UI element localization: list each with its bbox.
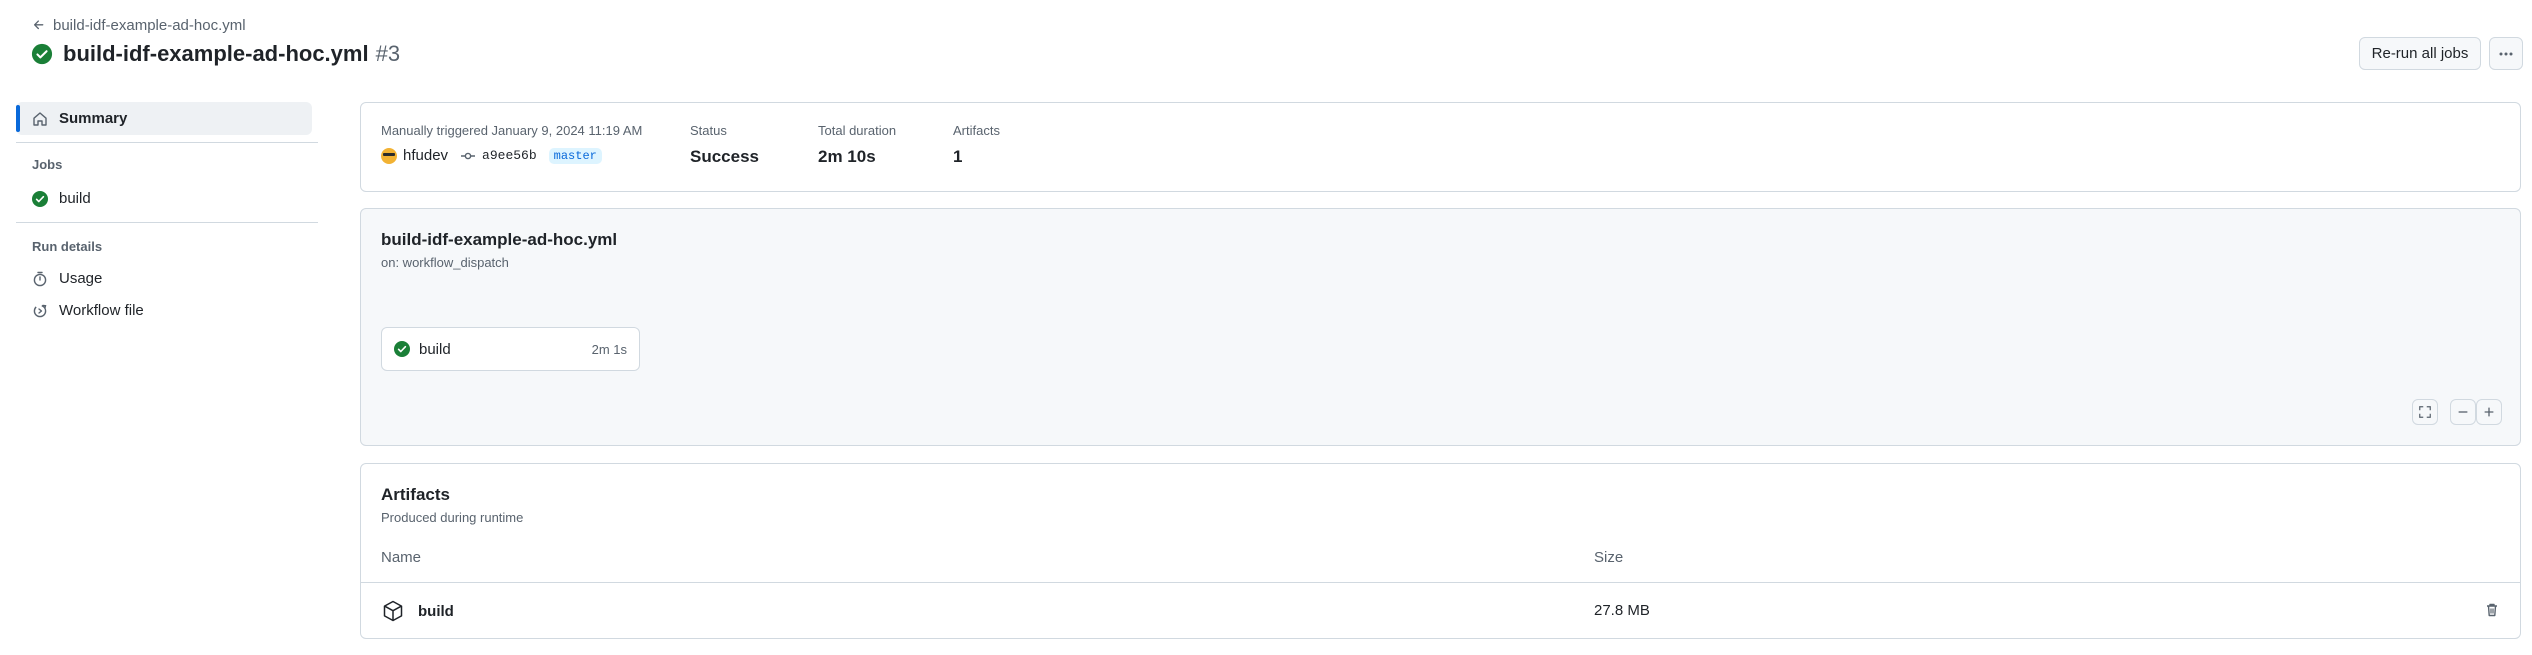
- kebab-horizontal-icon: [2499, 52, 2513, 55]
- duration-label: Total duration: [818, 123, 897, 138]
- status-value: Success: [690, 147, 759, 166]
- git-commit-icon: [461, 152, 476, 159]
- run-number: #3: [375, 41, 401, 66]
- artifacts-subtitle: Produced during runtime: [381, 510, 524, 525]
- commit-sha[interactable]: a9ee56b: [482, 148, 537, 163]
- column-header-name: Name: [381, 549, 422, 566]
- sidebar-item-job-build[interactable]: build: [16, 182, 312, 215]
- artifacts-count-label: Artifacts: [953, 123, 1000, 138]
- more-options-button[interactable]: [2489, 37, 2523, 70]
- workflow-graph-panel: build-idf-example-ad-hoc.yml on: workflo…: [360, 208, 2521, 446]
- artifacts-title: Artifacts: [381, 485, 450, 504]
- package-icon: [383, 600, 403, 622]
- sidebar-divider: [16, 142, 318, 143]
- sidebar-item-usage[interactable]: Usage: [16, 262, 312, 295]
- run-summary-panel: Manually triggered January 9, 2024 11:19…: [360, 102, 2521, 192]
- sidebar-item-workflow-file[interactable]: Workflow file: [16, 294, 312, 327]
- artifacts-count-value[interactable]: 1: [953, 147, 962, 167]
- actor-name[interactable]: hfudev: [403, 147, 448, 164]
- column-header-size: Size: [1594, 549, 1624, 566]
- artifact-name: build: [418, 602, 454, 620]
- zoom-out-button[interactable]: [2450, 399, 2476, 425]
- plus-icon: [2484, 407, 2494, 417]
- sidebar-item-label: Usage: [59, 270, 103, 287]
- sidebar-item-label: Summary: [59, 110, 128, 127]
- sidebar-heading-jobs: Jobs: [32, 157, 63, 172]
- page-title-row: build-idf-example-ad-hoc.yml #3: [31, 39, 400, 69]
- job-card-build[interactable]: build 2m 1s: [381, 327, 640, 371]
- sidebar-item-label: build: [59, 190, 91, 207]
- back-link-label: build-idf-example-ad-hoc.yml: [53, 16, 246, 34]
- stopwatch-icon: [33, 271, 47, 286]
- trash-icon[interactable]: [2484, 602, 2500, 618]
- artifact-link[interactable]: build: [381, 599, 454, 623]
- sidebar-item-label: Workflow file: [59, 302, 144, 319]
- back-link[interactable]: build-idf-example-ad-hoc.yml: [32, 15, 246, 35]
- status-label: Status: [690, 123, 727, 138]
- zoom-in-button[interactable]: [2476, 399, 2502, 425]
- screen-full-icon: [2419, 406, 2431, 418]
- check-circle-fill-icon: [31, 43, 53, 65]
- workflow-trigger: on: workflow_dispatch: [381, 255, 509, 270]
- rerun-all-jobs-button[interactable]: Re-run all jobs: [2359, 37, 2481, 70]
- fullscreen-button[interactable]: [2412, 399, 2438, 425]
- branch-label[interactable]: master: [548, 147, 602, 164]
- run-actor: hfudev a9ee56b master: [381, 147, 602, 164]
- workflow-icon: [33, 304, 47, 317]
- table-row: build 27.8 MB: [361, 582, 2520, 638]
- arrow-left-icon: [33, 20, 44, 30]
- avatar[interactable]: [381, 147, 397, 164]
- trigger-info: Manually triggered January 9, 2024 11:19…: [381, 123, 643, 138]
- job-duration: 2m 1s: [591, 341, 627, 357]
- check-circle-fill-icon: [32, 190, 48, 207]
- sidebar-item-summary[interactable]: Summary: [16, 102, 312, 135]
- duration-value: 2m 10s: [818, 147, 876, 166]
- home-icon: [33, 111, 47, 126]
- artifact-size: 27.8 MB: [1594, 602, 1650, 619]
- sidebar-divider: [16, 222, 318, 223]
- sidebar-heading-run-details: Run details: [32, 239, 103, 254]
- page-title: build-idf-example-ad-hoc.yml: [63, 41, 369, 66]
- workflow-name: build-idf-example-ad-hoc.yml: [381, 230, 618, 249]
- job-name: build: [419, 340, 451, 358]
- dash-icon: [2458, 411, 2468, 413]
- check-circle-fill-icon: [394, 341, 410, 357]
- artifacts-panel: Artifacts Produced during runtime Name S…: [360, 463, 2521, 639]
